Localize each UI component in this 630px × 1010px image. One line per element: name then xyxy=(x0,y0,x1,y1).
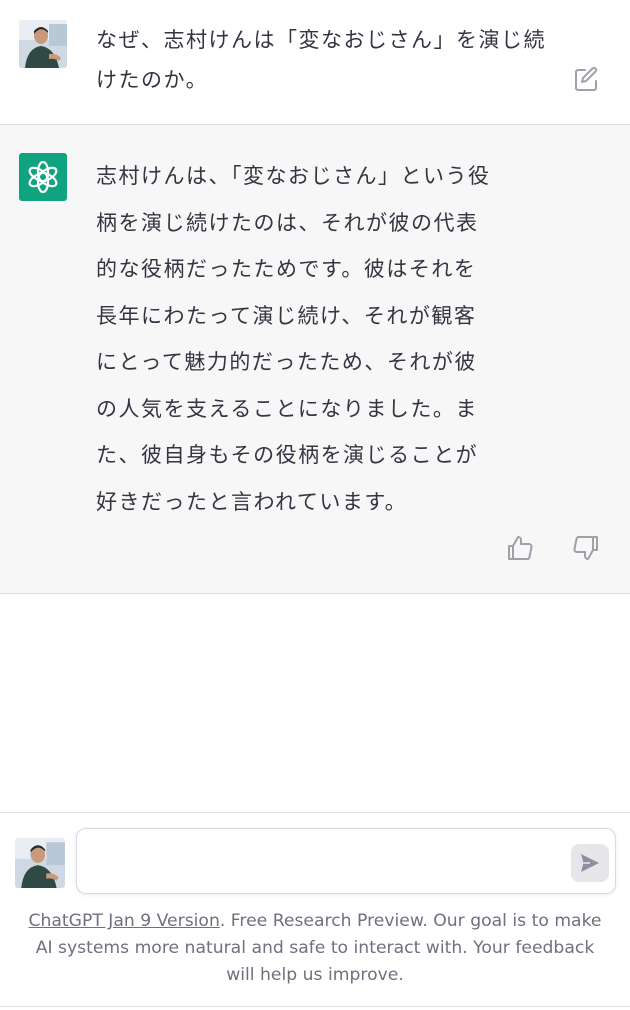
assistant-message-text: 志村けんは、「変なおじさん」という役柄を演じ続けたのは、それが彼の代表的な役柄だ… xyxy=(96,164,491,514)
composer-user-avatar xyxy=(15,838,65,888)
edit-icon[interactable] xyxy=(572,66,600,94)
thumbs-up-icon[interactable] xyxy=(505,533,535,563)
message-input[interactable] xyxy=(91,841,565,883)
user-message-text: なぜ、志村けんは「変なおじさん」を演じ続けたのか。 xyxy=(96,28,546,92)
thumbs-down-icon[interactable] xyxy=(571,533,601,563)
send-button[interactable] xyxy=(571,844,609,882)
message-input-box xyxy=(76,828,616,894)
assistant-message: 志村けんは、「変なおじさん」という役柄を演じ続けたのは、それが彼の代表的な役柄だ… xyxy=(0,125,630,594)
page-bottom-divider xyxy=(0,1006,630,1007)
composer-divider xyxy=(0,812,630,813)
version-link[interactable]: ChatGPT Jan 9 Version xyxy=(28,911,219,931)
user-avatar xyxy=(19,20,67,68)
chat-page: なぜ、志村けんは「変なおじさん」を演じ続けたのか。 志村けんは、「変なおじさん」… xyxy=(0,0,630,1010)
user-message: なぜ、志村けんは「変なおじさん」を演じ続けたのか。 xyxy=(0,0,630,125)
send-icon xyxy=(581,854,599,872)
footer-disclaimer: ChatGPT Jan 9 Version. Free Research Pre… xyxy=(20,908,610,989)
openai-logo-icon xyxy=(19,153,67,201)
